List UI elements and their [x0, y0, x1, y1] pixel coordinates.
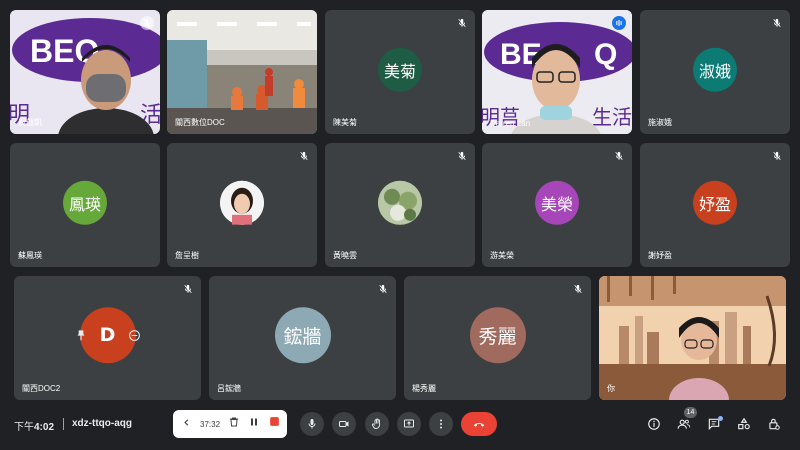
present-icon	[404, 419, 414, 428]
participant-tile[interactable]: 美榮 游美榮	[482, 143, 632, 267]
activities-button[interactable]	[735, 415, 753, 433]
participant-tile[interactable]: BEQ 明 活 周啟凱	[10, 10, 160, 134]
mic-button[interactable]	[300, 412, 324, 436]
stop-icon[interactable]	[268, 415, 281, 433]
info-icon	[648, 418, 660, 430]
mic-off-icon	[376, 282, 390, 296]
participant-name: 施淑娥	[648, 118, 672, 127]
avatar-initials: 鳳瑛	[68, 194, 101, 214]
raise-hand-button[interactable]	[365, 412, 389, 436]
participant-name: 楊秀麗	[412, 384, 436, 393]
pause-icon[interactable]	[248, 415, 260, 433]
meeting-code: xdz-ttqo-aqg	[72, 418, 132, 429]
participant-tile[interactable]: 淑娥 施淑娥	[640, 10, 790, 134]
trash-icon[interactable]	[228, 415, 240, 433]
participant-name: 游美榮	[490, 251, 514, 260]
mic-off-icon	[571, 282, 585, 296]
chat-notification-dot	[718, 416, 723, 421]
recording-controls: 37:32	[173, 410, 287, 438]
present-button[interactable]	[397, 412, 421, 436]
mic-off-icon	[612, 149, 626, 163]
participant-name: 周啟凱	[18, 118, 42, 127]
avatar-initials: D	[99, 324, 116, 347]
meeting-info-button[interactable]	[645, 415, 663, 433]
mic-off-icon	[770, 149, 784, 163]
host-controls-icon	[769, 418, 780, 430]
participant-tile[interactable]: D 關西DOC2	[14, 276, 201, 400]
mic-off-icon	[297, 149, 311, 163]
participant-tile[interactable]: 美菊 陳美菊	[325, 10, 475, 134]
video-feed	[167, 10, 317, 134]
pin-icon[interactable]	[74, 328, 88, 342]
participant-tile-active-speaker[interactable]: BE Q 明莒 生活 Darren Lan	[482, 10, 632, 134]
participant-name: 黃曉雲	[333, 251, 357, 260]
time-value: 4:02	[34, 422, 55, 433]
mic-off-icon	[140, 16, 154, 30]
participant-name: 陳美菊	[333, 118, 357, 127]
mic-icon	[308, 419, 316, 429]
divider	[63, 418, 64, 430]
end-call-icon	[473, 422, 485, 427]
self-view-tile[interactable]: 你	[599, 276, 786, 400]
participant-count-badge: 14	[684, 407, 697, 418]
avatar-initials: 美菊	[383, 61, 416, 81]
avatar-initials: 淑娥	[698, 61, 731, 81]
time-prefix: 下午	[14, 422, 34, 433]
more-vert-icon	[440, 419, 442, 429]
avatar: 淑娥	[693, 47, 737, 92]
host-controls-button[interactable]	[765, 415, 783, 433]
camera-button[interactable]	[332, 412, 356, 436]
participant-name: Darren Lan	[490, 119, 531, 128]
mic-off-icon	[770, 16, 784, 30]
chevron-left-icon[interactable]	[181, 415, 192, 433]
participant-name: 詹呈樹	[175, 251, 199, 260]
avatar-photo	[378, 180, 422, 225]
avatar-photo	[220, 180, 264, 225]
more-options-button[interactable]	[429, 412, 453, 436]
mic-off-icon	[181, 282, 195, 296]
end-call-button[interactable]	[461, 412, 497, 436]
avatar: 鋐牆	[274, 307, 331, 364]
video-feed	[599, 276, 786, 400]
participant-name: 蘇鳳瑛	[18, 251, 42, 260]
avatar-initials: 美榮	[540, 194, 573, 214]
avatar-initials: 鋐牆	[283, 325, 322, 348]
activities-icon	[738, 417, 750, 430]
video-feed: BE Q 明莒 生活	[482, 10, 632, 134]
recording-timer: 37:32	[200, 419, 221, 429]
avatar-initials: 妤盈	[698, 194, 731, 214]
participant-tile[interactable]: 妤盈 謝妤盈	[640, 143, 790, 267]
participant-name: 呂鋐牆	[217, 384, 241, 393]
avatar: 秀麗	[469, 307, 526, 364]
participant-name: 謝妤盈	[648, 251, 672, 260]
svg-text:Q: Q	[594, 38, 617, 71]
avatar: 妤盈	[693, 180, 737, 225]
participant-name: 關西數位DOC	[175, 118, 225, 127]
participant-tile[interactable]: 詹呈樹	[167, 143, 317, 267]
remove-icon[interactable]	[128, 329, 141, 342]
participant-name: 你	[607, 384, 615, 393]
video-feed: BEQ 明 活	[10, 10, 160, 134]
avatar-initials: 秀麗	[478, 325, 517, 348]
audio-activity-icon	[612, 16, 626, 30]
participant-tile[interactable]: 關西數位DOC	[167, 10, 317, 134]
participant-tile[interactable]: 秀麗 楊秀麗	[404, 276, 591, 400]
people-icon	[677, 419, 691, 429]
raise-hand-icon	[371, 418, 380, 429]
participant-tile[interactable]: 鳳瑛 蘇鳳瑛	[10, 143, 160, 267]
participant-name: 關西DOC2	[22, 384, 61, 393]
avatar: 鳳瑛	[63, 180, 107, 225]
avatar: 美榮	[535, 180, 579, 225]
svg-text:生活: 生活	[592, 105, 632, 129]
mic-off-icon	[455, 16, 469, 30]
mic-off-icon	[455, 149, 469, 163]
avatar: 美菊	[378, 47, 422, 92]
participant-tile[interactable]: 黃曉雲	[325, 143, 475, 267]
participant-tile[interactable]: 鋐牆 呂鋐牆	[209, 276, 396, 400]
camera-icon	[339, 421, 349, 427]
meeting-clock: 下午4:02	[14, 418, 54, 433]
